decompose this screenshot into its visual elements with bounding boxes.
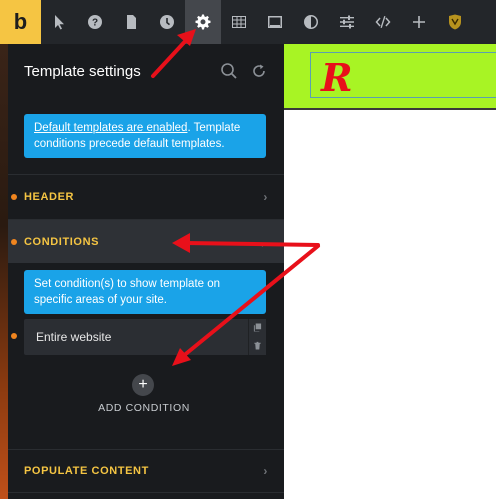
builder-canvas: R [284,44,496,499]
status-dot [11,238,17,245]
default-templates-link[interactable]: Default templates are enabled [34,122,187,134]
trash-icon[interactable] [253,337,262,355]
conditions-hint: Set condition(s) to show template on spe… [24,270,266,314]
plus-icon[interactable] [401,0,437,44]
section-populate-label: POPULATE CONTENT [24,465,149,477]
builder-toolbar: b ? [0,0,496,44]
gear-icon[interactable] [185,0,221,44]
chevron-right-icon: › [263,464,268,478]
code-icon[interactable] [365,0,401,44]
condition-select[interactable]: Entire website [24,319,264,355]
add-condition-label[interactable]: ADD CONDITION [8,402,280,414]
template-icon[interactable] [257,0,293,44]
section-conditions[interactable]: CONDITIONS ⌄ [8,219,284,263]
panel-title: Template settings [24,62,141,80]
condition-actions [248,319,266,355]
search-icon[interactable] [220,62,238,80]
status-dot [11,193,17,200]
history-icon[interactable] [149,0,185,44]
sliders-icon[interactable] [329,0,365,44]
host-window-edge [0,44,8,499]
page-icon[interactable] [113,0,149,44]
chevron-down-icon: ⌄ [257,234,268,249]
copy-icon[interactable] [253,319,262,337]
header-container: R [310,52,496,100]
default-templates-notice: Default templates are enabled. Template … [24,114,266,158]
site-logo: R [321,55,353,100]
template-settings-panel: Template settings Default templates are … [8,44,284,499]
contrast-icon[interactable] [293,0,329,44]
bricks-logo[interactable]: b [0,0,41,44]
section-header-label: HEADER [24,190,75,203]
svg-text:?: ? [92,18,98,29]
section-conditions-label: CONDITIONS [24,235,100,248]
refresh-icon[interactable] [250,62,268,80]
status-dot [11,333,17,339]
section-header[interactable]: HEADER › [8,174,284,218]
add-condition-button[interactable]: + [132,374,154,396]
grid-icon[interactable] [221,0,257,44]
section-populate-content[interactable]: POPULATE CONTENT › [8,449,284,493]
chevron-right-icon: › [263,189,268,204]
panel-header: Template settings [8,44,284,98]
help-icon[interactable]: ? [77,0,113,44]
cursor-icon[interactable] [41,0,77,44]
header-preview[interactable]: R [284,44,496,110]
shield-icon[interactable] [437,0,473,44]
